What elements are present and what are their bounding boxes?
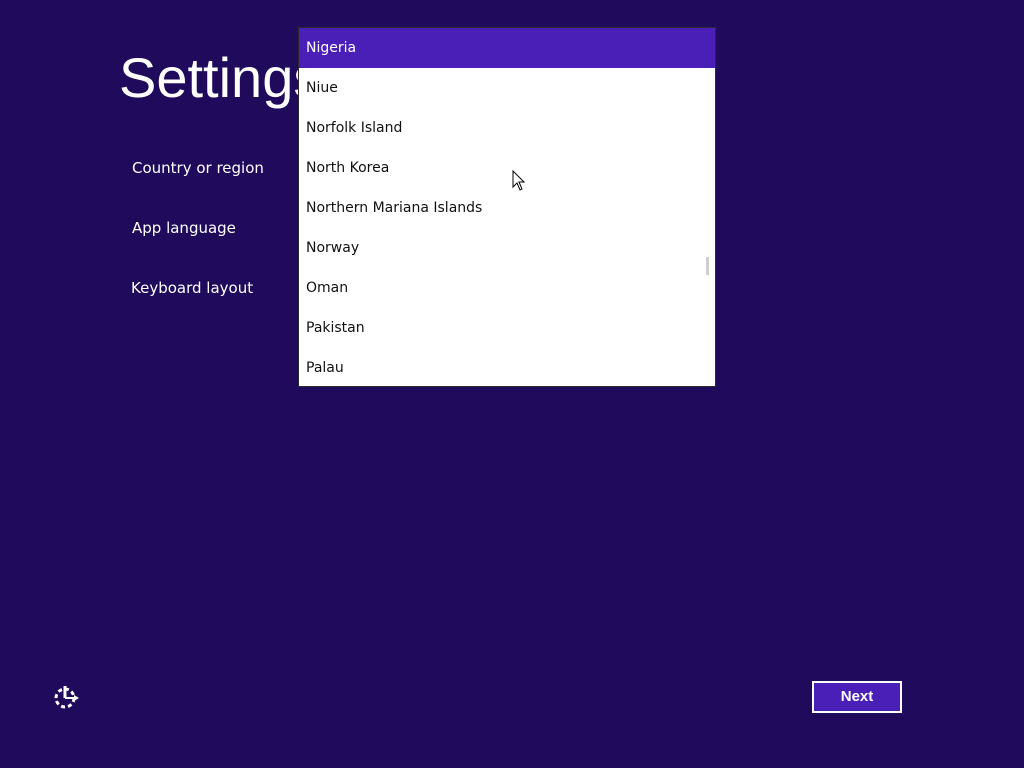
country-label: Country or region [132,159,264,177]
country-dropdown-list[interactable]: Nigeria Niue Norfolk Island North Korea … [298,27,716,387]
dropdown-scrollbar[interactable] [706,257,709,275]
dropdown-item[interactable]: Palau [299,348,715,386]
dropdown-item-selected[interactable]: Nigeria [299,28,715,68]
app-language-label: App language [132,219,236,237]
dropdown-item[interactable]: Norfolk Island [299,108,715,148]
mouse-cursor-icon [512,170,526,191]
setup-page: Settings Country or region App language … [0,0,1024,768]
page-title: Settings [119,46,322,109]
ease-of-access-icon[interactable] [52,683,80,711]
keyboard-layout-label: Keyboard layout [131,279,254,297]
dropdown-item[interactable]: Niue [299,68,715,108]
dropdown-item[interactable]: Norway [299,228,715,268]
dropdown-item[interactable]: North Korea [299,148,715,188]
next-button[interactable]: Next [812,681,902,713]
dropdown-item[interactable]: Oman [299,268,715,308]
dropdown-item[interactable]: Northern Mariana Islands [299,188,715,228]
dropdown-item[interactable]: Pakistan [299,308,715,348]
